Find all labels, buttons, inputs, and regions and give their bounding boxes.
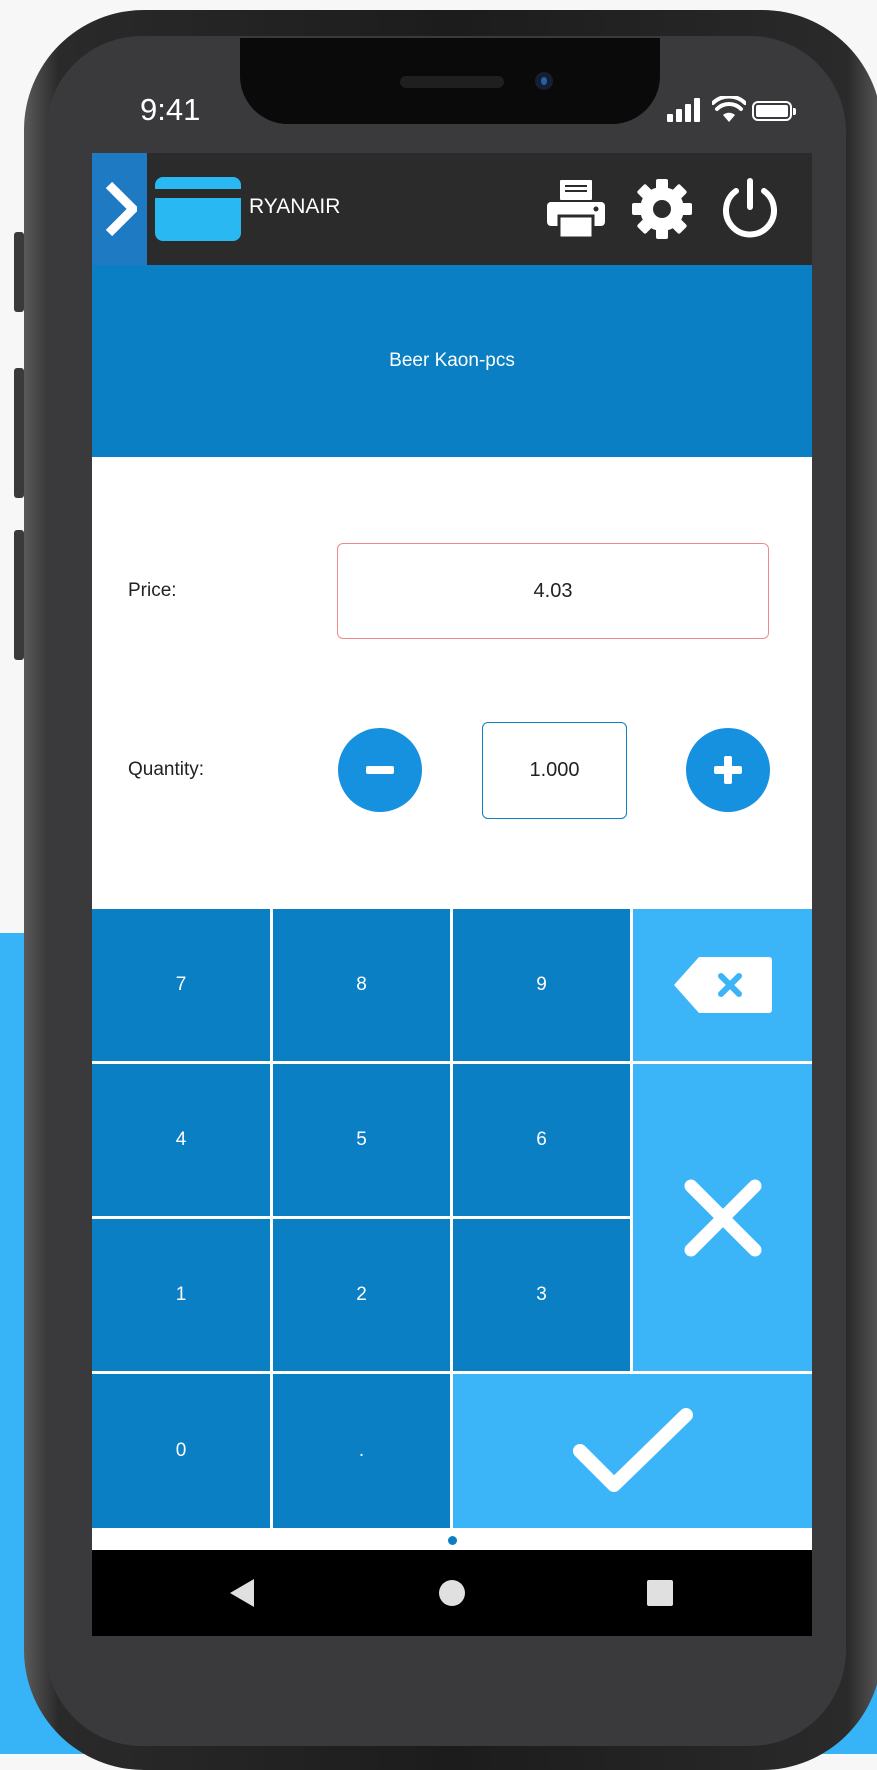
key-7[interactable]: 7 xyxy=(92,909,270,1061)
quantity-label: Quantity: xyxy=(128,759,205,780)
gear-icon xyxy=(632,179,692,239)
page-indicator-dot xyxy=(448,1536,457,1545)
key-0[interactable]: 0 xyxy=(92,1374,270,1528)
back-button[interactable] xyxy=(202,1550,282,1636)
home-icon xyxy=(439,1580,465,1606)
status-time: 9:41 xyxy=(140,92,201,127)
home-button[interactable] xyxy=(412,1550,492,1636)
checkmark-icon xyxy=(572,1408,693,1492)
key-9[interactable]: 9 xyxy=(453,909,630,1061)
print-button[interactable] xyxy=(542,175,610,243)
signal-icon xyxy=(667,98,705,122)
top-toolbar: RYANAIR xyxy=(92,153,812,265)
key-6[interactable]: 6 xyxy=(453,1064,630,1216)
key-2[interactable]: 2 xyxy=(273,1219,450,1371)
recents-button[interactable] xyxy=(620,1550,700,1636)
logout-button[interactable] xyxy=(716,175,784,243)
product-header: Beer Kaon-pcs xyxy=(92,265,812,457)
backspace-icon xyxy=(673,957,772,1013)
decrease-quantity-button[interactable] xyxy=(338,728,422,812)
price-input[interactable]: 4.03 xyxy=(337,543,769,639)
cancel-button[interactable] xyxy=(633,1064,812,1371)
app-screen: RYANAIR Beer Kaon-pcs Price: 4.03 Quanti… xyxy=(92,153,812,1636)
key-8[interactable]: 8 xyxy=(273,909,450,1061)
phone-volume-up xyxy=(14,368,24,498)
printer-icon xyxy=(547,180,605,240)
android-navigation-bar xyxy=(92,1550,812,1636)
key-4[interactable]: 4 xyxy=(92,1064,270,1216)
close-icon xyxy=(684,1179,761,1256)
phone-speaker xyxy=(400,76,504,88)
product-title: Beer Kaon-pcs xyxy=(389,350,515,371)
back-icon xyxy=(230,1579,254,1607)
confirm-button[interactable] xyxy=(453,1374,812,1528)
battery-icon xyxy=(752,101,796,121)
card-icon xyxy=(155,177,241,241)
key-5[interactable]: 5 xyxy=(273,1064,450,1216)
phone-volume-down xyxy=(14,530,24,660)
plus-icon xyxy=(714,756,742,784)
key-decimal[interactable]: . xyxy=(273,1374,450,1528)
price-label: Price: xyxy=(128,580,177,601)
key-3[interactable]: 3 xyxy=(453,1219,630,1371)
camera-icon xyxy=(535,72,553,90)
chevron-right-icon xyxy=(105,181,137,237)
power-icon xyxy=(723,178,777,238)
wifi-icon xyxy=(712,96,746,122)
numeric-keypad: 7 8 9 4 5 6 1 2 3 0 . xyxy=(92,909,812,1528)
phone-mute-switch xyxy=(14,232,24,312)
minus-icon xyxy=(366,766,394,774)
app-name: RYANAIR xyxy=(249,195,341,218)
backspace-button[interactable] xyxy=(633,909,812,1061)
quantity-input[interactable]: 1.000 xyxy=(482,722,627,819)
recents-icon xyxy=(647,1580,673,1606)
key-1[interactable]: 1 xyxy=(92,1219,270,1371)
increase-quantity-button[interactable] xyxy=(686,728,770,812)
settings-button[interactable] xyxy=(628,175,696,243)
menu-toggle-button[interactable] xyxy=(92,153,147,265)
